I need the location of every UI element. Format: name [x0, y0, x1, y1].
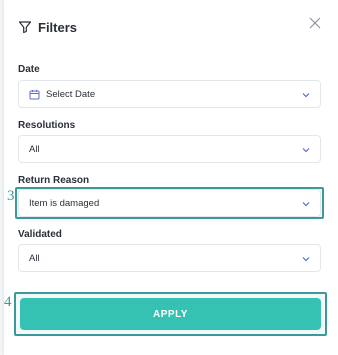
resolutions-label: Resolutions — [18, 120, 76, 131]
resolutions-select[interactable]: All — [18, 135, 321, 163]
resolutions-value: All — [29, 143, 40, 155]
validated-label: Validated — [18, 229, 62, 240]
date-label: Date — [18, 64, 40, 75]
chevron-down-icon — [301, 254, 311, 264]
chevron-down-icon — [301, 90, 311, 100]
filters-header: Filters — [18, 16, 326, 38]
step-3-annotation: 3 — [7, 188, 15, 204]
calendar-icon — [29, 89, 40, 100]
step-4-annotation: 4 — [4, 294, 12, 310]
close-icon[interactable] — [308, 16, 322, 30]
date-select[interactable]: Select Date — [18, 80, 321, 108]
apply-button[interactable]: APPLY — [20, 298, 321, 330]
page-title: Filters — [38, 19, 78, 35]
validated-select[interactable]: All — [18, 244, 321, 272]
chevron-down-icon — [301, 145, 311, 155]
return-reason-value: Item is damaged — [29, 197, 100, 209]
filter-icon — [18, 20, 32, 34]
return-reason-select[interactable]: Item is damaged — [18, 189, 321, 217]
chevron-down-icon — [301, 199, 311, 209]
filters-panel: Filters Date Select Date Resolutions All… — [4, 0, 338, 355]
date-value: Select Date — [46, 88, 96, 100]
return-reason-label: Return Reason — [18, 175, 90, 186]
validated-value: All — [29, 252, 40, 264]
